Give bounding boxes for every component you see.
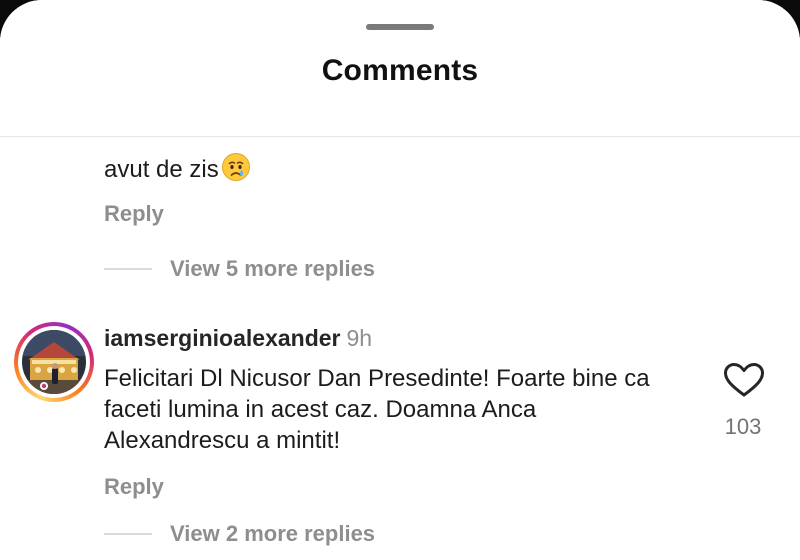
comment-meta: iamserginioalexander 9h	[104, 325, 372, 352]
reply-button[interactable]: Reply	[104, 201, 164, 227]
reply-button[interactable]: Reply	[104, 474, 164, 500]
like-count: 103	[724, 414, 762, 439]
replies-divider	[104, 268, 152, 270]
view-more-replies-label: View 5 more replies	[170, 256, 376, 281]
replies-divider	[104, 533, 152, 535]
sheet-header: Comments	[0, 0, 800, 137]
comment-username[interactable]: iamserginioalexander	[104, 325, 341, 351]
view-more-replies-label: View 2 more replies	[170, 521, 376, 546]
comment-text-last-line: avut de zis	[104, 152, 251, 185]
avatar-story-ring[interactable]	[14, 322, 94, 402]
view-more-replies-button[interactable]: View 2 more replies	[104, 520, 375, 548]
avatar-ring-gap	[18, 326, 90, 398]
comments-sheet: "brain-rot" la nivel de tara. Si cu asta…	[0, 0, 800, 560]
drag-handle[interactable]	[366, 24, 434, 30]
view-more-replies-button[interactable]: View 5 more replies	[104, 255, 375, 283]
comment-text: Felicitari Dl Nicusor Dan Presedinte! Fo…	[104, 365, 650, 454]
avatar	[22, 330, 86, 394]
comment-time: 9h	[346, 325, 373, 351]
page-title: Comments	[321, 54, 479, 87]
heart-outline-icon[interactable]	[722, 362, 766, 398]
crying-face-emoji-icon	[221, 153, 250, 181]
comment-text-last-line-words: avut de zis	[104, 156, 219, 183]
